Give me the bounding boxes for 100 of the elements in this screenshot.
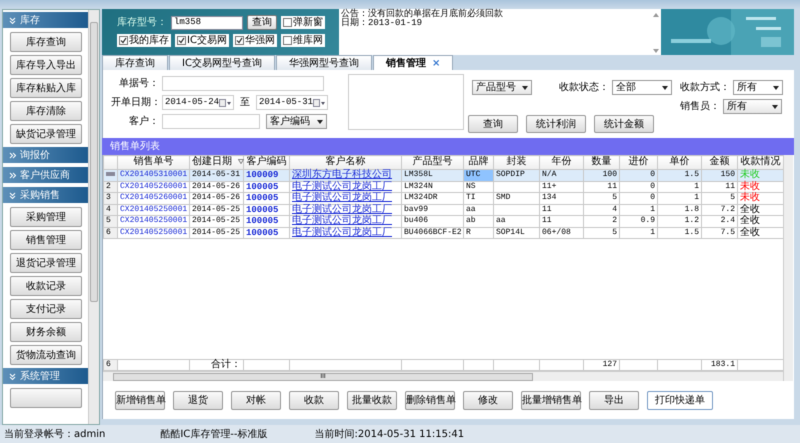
table-cell: 1 xyxy=(658,181,702,192)
sidebar-group-header[interactable]: 库存 xyxy=(3,12,88,28)
sidebar-button[interactable]: 采购管理 xyxy=(10,207,82,227)
table-cell: 0 xyxy=(620,192,658,204)
table-cell: bav99 xyxy=(402,204,464,216)
column-header[interactable]: 收款情况 xyxy=(738,156,784,170)
action-button[interactable]: 删除销售单 xyxy=(405,390,455,410)
sidebar-button[interactable]: 库存导入导出 xyxy=(10,55,82,75)
table-cell: R xyxy=(464,227,494,238)
dropdown-arrow-icon[interactable] xyxy=(773,86,779,90)
sidebar-button[interactable]: 库存粘贴入库 xyxy=(10,78,82,98)
close-icon[interactable]: × xyxy=(432,58,440,68)
field-label: 客户： xyxy=(128,116,159,127)
checkbox[interactable]: IC交易网 xyxy=(175,34,229,47)
tab[interactable]: 华强网型号查询 xyxy=(276,55,372,70)
column-header[interactable]: 数量 xyxy=(584,156,620,170)
tab[interactable]: 库存查询 xyxy=(102,55,168,70)
checkbox[interactable]: 华强网 xyxy=(232,34,277,47)
method-dropdown[interactable]: 所有 xyxy=(733,80,783,95)
action-button[interactable]: 批量收款 xyxy=(347,390,397,410)
table-cell: 11 xyxy=(584,181,620,192)
action-button[interactable]: 退货 xyxy=(173,390,223,410)
form-button[interactable]: 查询 xyxy=(468,115,518,133)
sidebar-button[interactable]: 销售管理 xyxy=(10,230,82,250)
action-button[interactable]: 对帐 xyxy=(231,390,281,410)
column-header[interactable]: 客户名称 xyxy=(290,156,402,170)
search-button[interactable]: 查询 xyxy=(247,15,277,30)
table-cell: 2014-05-25 xyxy=(190,216,244,227)
table-cell: 5 xyxy=(702,192,738,204)
checkbox[interactable]: 我的库存 xyxy=(117,34,171,47)
form-button[interactable]: 统计利润 xyxy=(526,115,586,133)
action-button[interactable]: 导出 xyxy=(589,390,639,410)
action-button[interactable]: 打印快递单 xyxy=(647,390,713,410)
sidebar-button[interactable]: 收款记录 xyxy=(10,276,82,296)
calendar-icon[interactable] xyxy=(219,98,232,106)
scrollbar[interactable] xyxy=(88,10,99,424)
table-cell: CX201405250001 xyxy=(118,204,190,216)
sidebar-button[interactable]: 退货记录管理 xyxy=(10,253,82,273)
check-icon[interactable] xyxy=(177,36,186,45)
column-header[interactable]: 年份 xyxy=(540,156,584,170)
table-cell: LM324DR xyxy=(402,192,464,204)
sidebar-button[interactable]: 缺货记录管理 xyxy=(10,124,82,144)
customer-mode-dropdown[interactable]: 客户编码 xyxy=(266,114,327,129)
column-header[interactable]: 单价 xyxy=(658,156,702,170)
action-button[interactable]: 批量增销售单 xyxy=(521,390,581,410)
table-cell: 2014-05-26 xyxy=(190,192,244,204)
table-cell: BU4066BCF-E2 xyxy=(402,227,464,238)
date-field[interactable]: 2014-05-31 xyxy=(256,95,328,110)
dropdown-arrow-icon[interactable] xyxy=(772,104,778,108)
checkbox[interactable]: 维库网 xyxy=(280,34,325,47)
sidebar-button[interactable]: 货物流动查询 xyxy=(10,345,82,365)
action-button[interactable]: 收款 xyxy=(289,390,339,410)
table-cell: 0 xyxy=(620,181,658,192)
sidebar-group-header[interactable]: 系统管理 xyxy=(3,368,88,384)
column-header[interactable]: 品牌 xyxy=(464,156,494,170)
stock-field[interactable]: lm358 xyxy=(171,16,243,30)
table-cell: 电子测试公司龙岗工厂 xyxy=(290,181,402,192)
check-icon[interactable] xyxy=(119,36,128,45)
customer-field[interactable] xyxy=(162,114,260,129)
column-header[interactable]: 产品型号 xyxy=(402,156,464,170)
table-cell: 深圳东方电子科技公司 xyxy=(290,170,402,181)
date-field[interactable]: 2014-05-24 xyxy=(162,95,234,110)
seller-dropdown[interactable]: 所有 xyxy=(723,99,782,114)
checkbox[interactable]: 弹新窗 xyxy=(281,16,325,28)
sidebar-button[interactable]: 支付记录 xyxy=(10,299,82,319)
calendar-icon[interactable] xyxy=(313,98,326,106)
sidebar-group-header[interactable]: 客户供应商 xyxy=(3,167,88,183)
sidebar-button[interactable]: 库存清除 xyxy=(10,101,82,121)
document-field[interactable] xyxy=(162,76,324,91)
scroll-arrows-icon[interactable] xyxy=(653,13,659,53)
field-label: 收款方式： xyxy=(680,82,730,93)
tab[interactable]: 销售管理 × xyxy=(372,55,454,70)
sidebar-button[interactable]: 财务余额 xyxy=(10,322,82,342)
table-cell: LM358L xyxy=(402,170,464,181)
status-dropdown[interactable]: 全部 xyxy=(612,80,672,95)
tab[interactable]: IC交易网型号查询 xyxy=(169,55,275,70)
column-header[interactable]: 封装 xyxy=(494,156,540,170)
column-header[interactable]: 进价 xyxy=(620,156,658,170)
sidebar-group-header[interactable]: 询报价 xyxy=(3,147,88,163)
vertical-scrollbar[interactable] xyxy=(783,155,793,381)
table-cell: 1.5 xyxy=(658,227,702,238)
column-header[interactable]: 客户编码 xyxy=(244,156,290,170)
row-number: 4 xyxy=(104,204,118,216)
notice-text: 日期：2013-01-19 xyxy=(341,19,424,28)
action-button[interactable]: 新增销售单 xyxy=(115,390,165,410)
row-number: 5 xyxy=(104,216,118,227)
dropdown-arrow-icon[interactable] xyxy=(662,86,668,90)
table-cell: 电子测试公司龙岗工厂 xyxy=(290,192,402,204)
product-mode-dropdown[interactable]: 产品型号 xyxy=(472,80,532,95)
sidebar-button[interactable]: 库存查询 xyxy=(10,32,82,52)
column-header[interactable]: 金额 xyxy=(702,156,738,170)
sidebar-group-header[interactable]: 采购销售 xyxy=(3,187,88,203)
column-header[interactable]: 销售单号 xyxy=(118,156,190,170)
column-header[interactable]: 创建日期 xyxy=(190,156,244,170)
action-button[interactable]: 修改 xyxy=(463,390,513,410)
form-button[interactable]: 统计金额 xyxy=(594,115,654,133)
dropdown-arrow-icon[interactable] xyxy=(522,86,528,90)
sidebar-button[interactable] xyxy=(10,388,82,408)
check-icon[interactable] xyxy=(234,36,244,45)
dropdown-arrow-icon[interactable] xyxy=(317,120,323,124)
